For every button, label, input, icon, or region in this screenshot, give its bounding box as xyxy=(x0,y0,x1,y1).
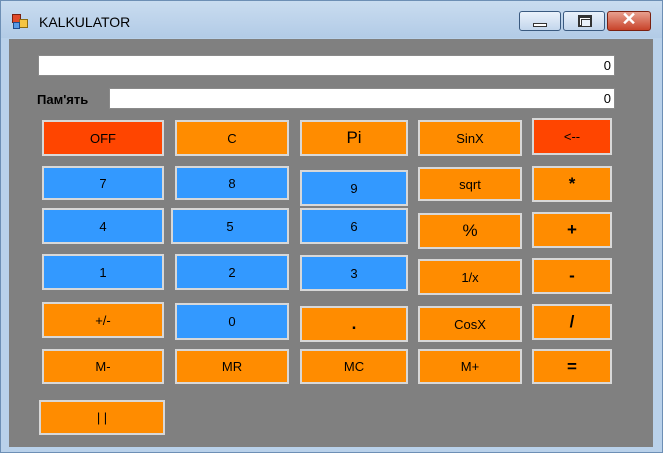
close-button[interactable]: ✕ xyxy=(607,9,651,31)
digit-2-button[interactable]: 2 xyxy=(175,254,289,290)
memory-display[interactable]: 0 xyxy=(109,88,615,109)
minus-button[interactable]: - xyxy=(532,258,612,294)
memory-recall-button[interactable]: MR xyxy=(175,349,289,384)
memory-subtract-button[interactable]: M- xyxy=(42,349,164,384)
pi-button[interactable]: Pi xyxy=(300,120,408,156)
digit-8-button[interactable]: 8 xyxy=(175,166,289,200)
digit-9-button[interactable]: 9 xyxy=(300,170,408,206)
title-bar[interactable]: KALKULATOR ✕ xyxy=(1,1,662,38)
percent-button[interactable]: % xyxy=(418,213,522,249)
memory-clear-button[interactable]: MC xyxy=(300,349,408,384)
calculator-body: 0 Пам'ять 0 OFF C Pi SinX <-- 7 8 9 sqrt… xyxy=(9,39,653,447)
main-display[interactable]: 0 xyxy=(38,55,615,76)
digit-5-button[interactable]: 5 xyxy=(171,208,289,244)
memory-add-button[interactable]: M+ xyxy=(418,349,522,384)
digit-0-button[interactable]: 0 xyxy=(175,303,289,340)
decimal-button[interactable]: . xyxy=(300,306,408,342)
sinx-button[interactable]: SinX xyxy=(418,120,522,156)
equals-button[interactable]: = xyxy=(532,349,612,384)
divide-button[interactable]: / xyxy=(532,304,612,340)
digit-4-button[interactable]: 4 xyxy=(42,208,164,244)
multiply-button[interactable]: * xyxy=(532,166,612,202)
memory-label: Пам'ять xyxy=(37,92,89,107)
absolute-value-button[interactable]: | | xyxy=(39,400,165,435)
maximize-icon xyxy=(578,15,592,27)
reciprocal-button[interactable]: 1/x xyxy=(418,259,522,295)
backspace-button[interactable]: <-- xyxy=(532,118,612,155)
digit-7-button[interactable]: 7 xyxy=(42,166,164,200)
calculator-window: KALKULATOR ✕ 0 Пам'ять 0 OFF C Pi SinX <… xyxy=(0,0,663,453)
maximize-button[interactable] xyxy=(563,11,605,31)
digit-3-button[interactable]: 3 xyxy=(300,255,408,291)
app-icon xyxy=(12,14,28,29)
off-button[interactable]: OFF xyxy=(42,120,164,156)
minimize-icon xyxy=(533,23,547,27)
minimize-button[interactable] xyxy=(519,11,561,31)
sqrt-button[interactable]: sqrt xyxy=(418,167,522,201)
window-title: KALKULATOR xyxy=(39,14,131,30)
plus-button[interactable]: + xyxy=(532,212,612,248)
close-icon: ✕ xyxy=(621,9,637,29)
cosx-button[interactable]: CosX xyxy=(418,306,522,342)
digit-1-button[interactable]: 1 xyxy=(42,254,164,290)
plus-minus-button[interactable]: +/- xyxy=(42,302,164,338)
digit-6-button[interactable]: 6 xyxy=(300,208,408,244)
clear-button[interactable]: C xyxy=(175,120,289,156)
